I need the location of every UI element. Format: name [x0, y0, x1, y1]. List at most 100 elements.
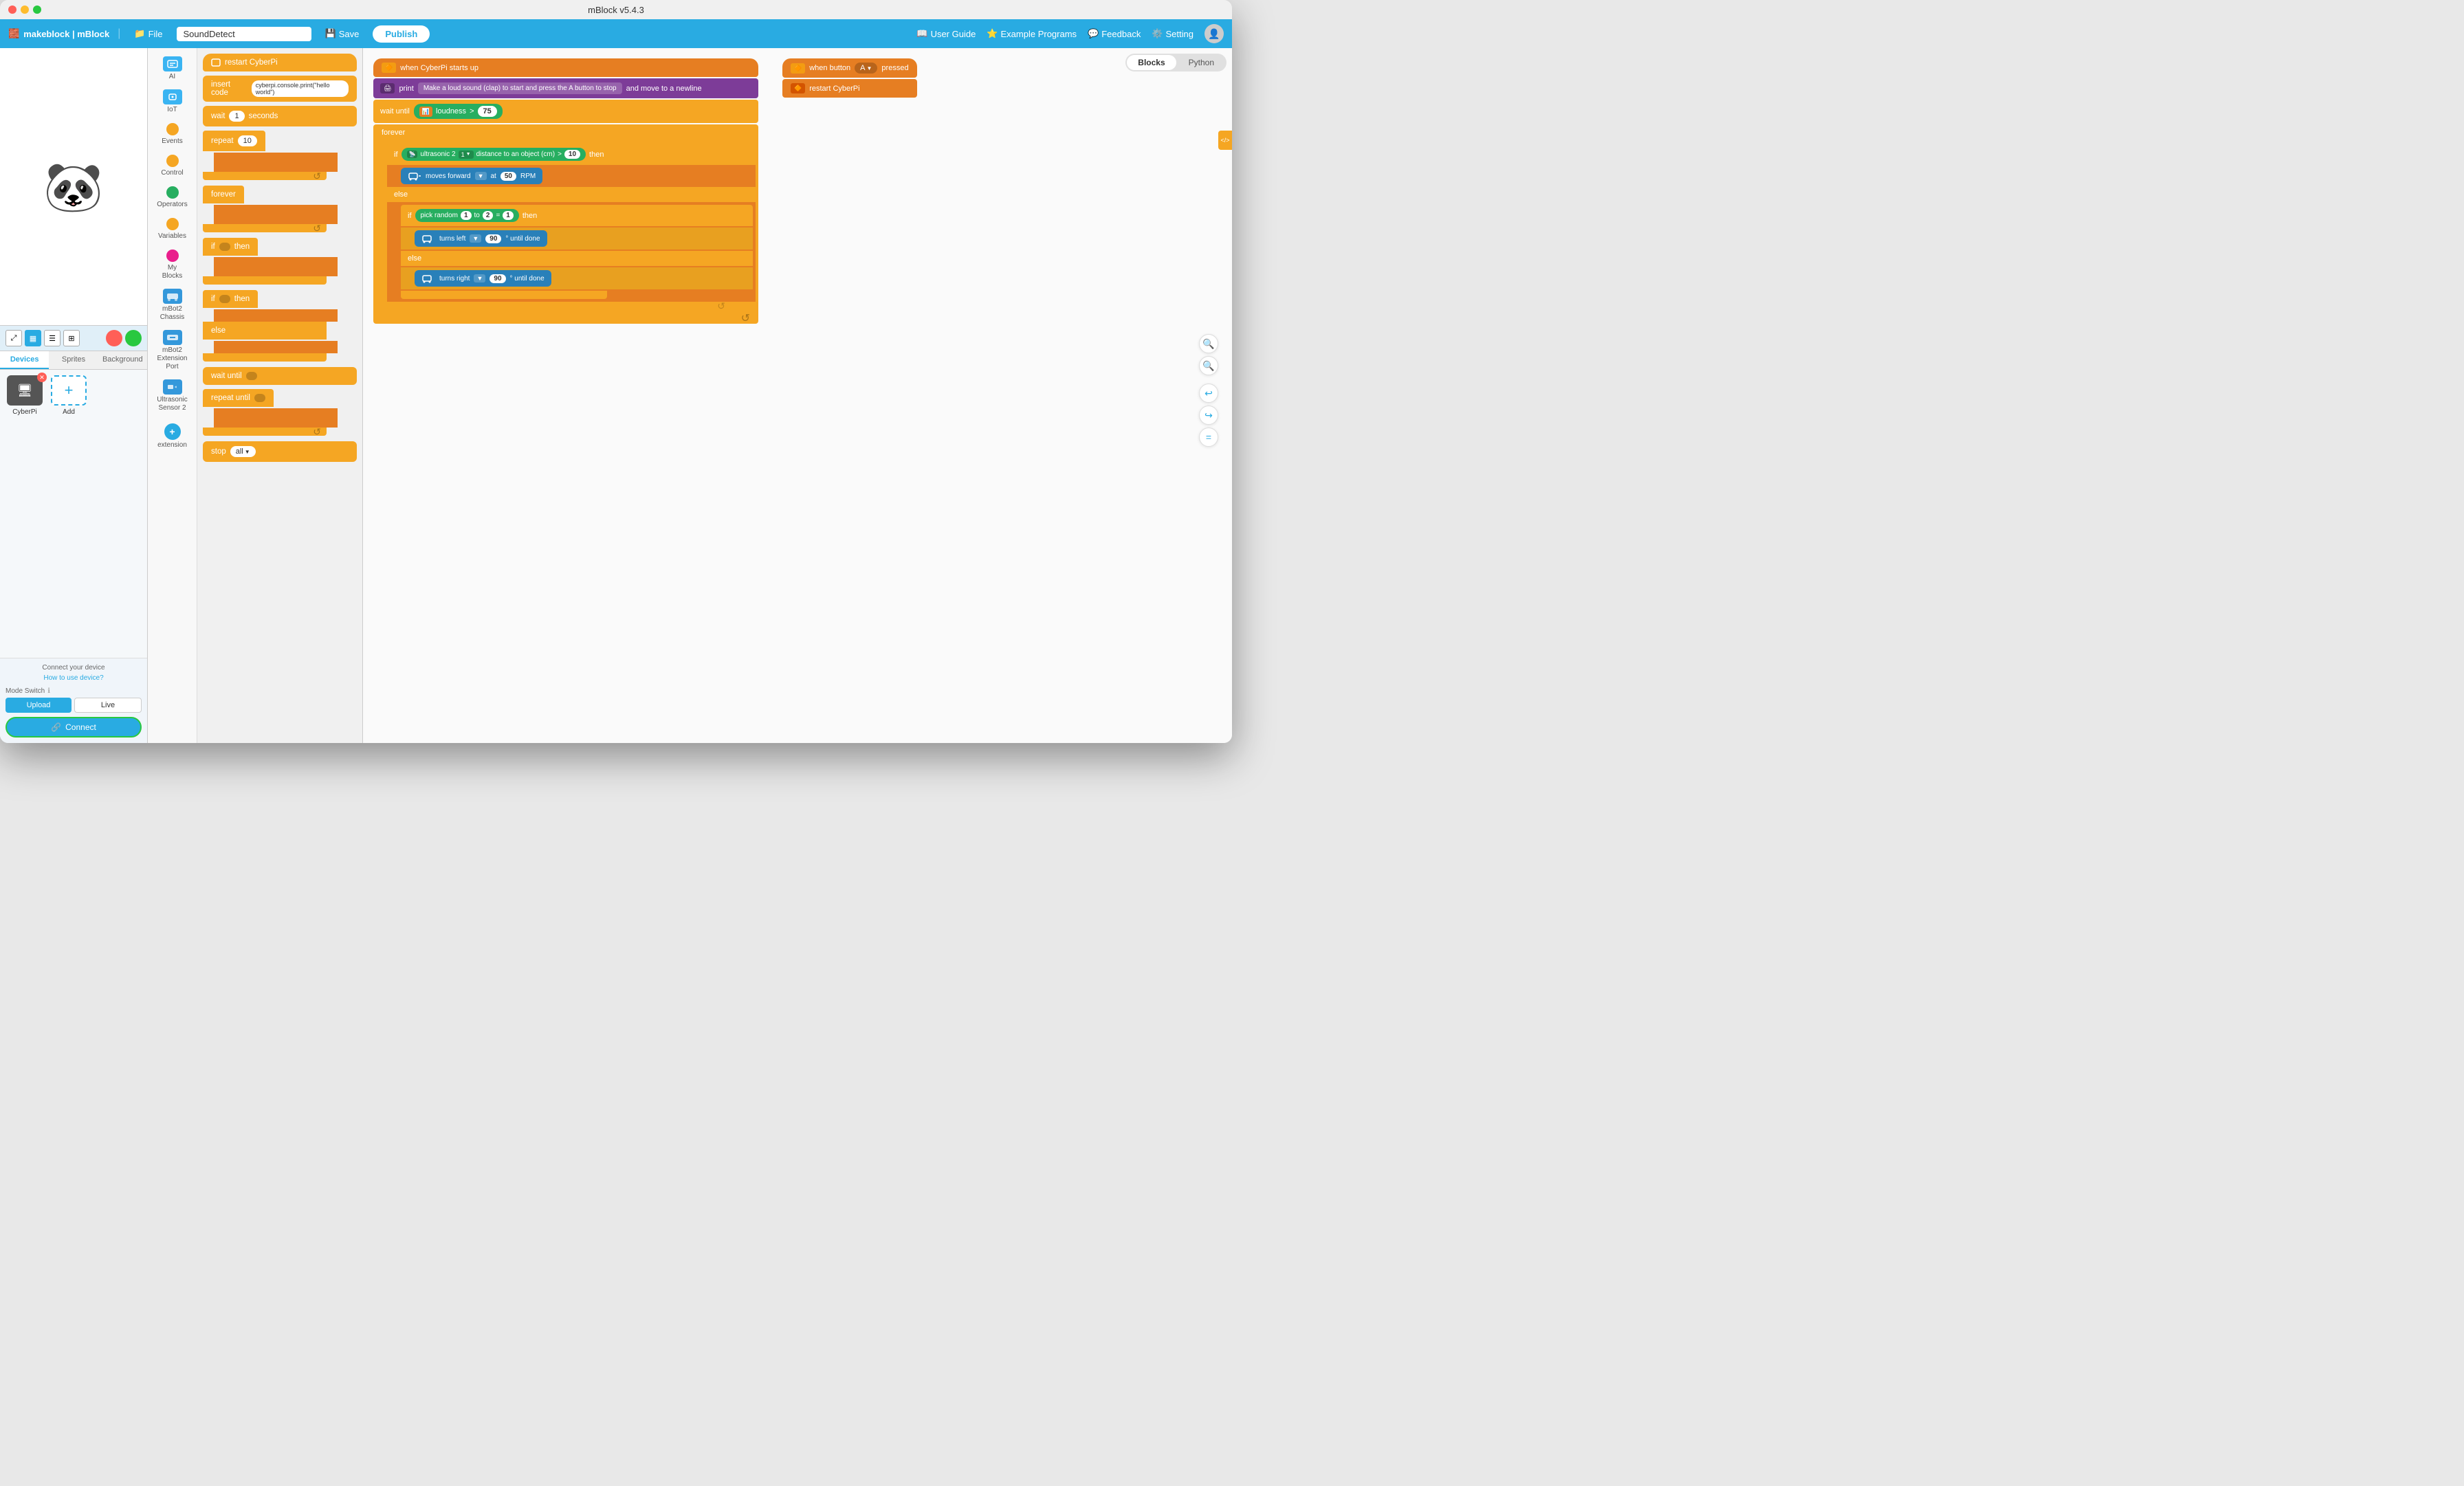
main-content: 🐼 ⤢ ▦ ☰ ⊞ Devices Sprites Background [0, 48, 1232, 743]
palette-ai[interactable]: AI [151, 54, 195, 84]
folder-icon: 📁 [134, 28, 145, 39]
user-guide-link[interactable]: 📖 User Guide [916, 28, 976, 39]
palette-ultrasonic[interactable]: UltrasonicSensor 2 [151, 377, 195, 415]
palette-events[interactable]: Events [151, 120, 195, 148]
ultrasonic-label: UltrasonicSensor 2 [157, 396, 187, 412]
control-dot [166, 154, 179, 168]
block-repeat-until[interactable]: repeat until [203, 389, 274, 407]
iot-icon [163, 89, 182, 104]
print-block[interactable]: 🖨 print Make a loud sound (clap) to star… [373, 78, 758, 98]
tab-blocks[interactable]: Blocks [1127, 55, 1176, 70]
palette-mbot2-ext-port[interactable]: mBot2ExtensionPort [151, 327, 195, 374]
when-cyberpi-starts-group: 🔶 when CyberPi starts up 🖨 print Make a … [373, 58, 758, 324]
if-ultrasonic-top[interactable]: if 📡 ultrasonic 2 1▼ distance to an obje… [387, 144, 756, 165]
tab-background[interactable]: Background [98, 351, 147, 369]
setting-link[interactable]: ⚙️ Setting [1152, 28, 1194, 39]
tab-python[interactable]: Python [1178, 55, 1225, 70]
palette-my-blocks[interactable]: MyBlocks [151, 246, 195, 283]
pick-random-label: pick random [421, 212, 458, 219]
view-list-btn[interactable]: ☰ [44, 330, 60, 346]
turns-right-block[interactable]: turns right ▼ 90 ° until done [415, 270, 551, 287]
left-dropdown[interactable]: ▼ [470, 234, 481, 243]
restart-cyberpi-block[interactable]: 🔶 restart CyberPi [782, 79, 917, 98]
palette-operators[interactable]: Operators [151, 183, 195, 212]
block-stop[interactable]: stop all ▼ [203, 441, 357, 462]
view-fullscreen-btn[interactable]: ⤢ [6, 330, 22, 346]
turns-left-label: turns left [439, 235, 465, 243]
titlebar: mBlock v5.4.3 [0, 0, 1232, 19]
button-value[interactable]: A ▼ [855, 63, 877, 74]
close-button[interactable] [8, 5, 16, 14]
feedback-link[interactable]: 💬 Feedback [1088, 28, 1141, 39]
view-controls: ⤢ ▦ ☰ ⊞ [0, 325, 147, 351]
extension-button[interactable]: + extension [151, 421, 195, 452]
upload-button[interactable]: Upload [6, 698, 72, 713]
block-forever[interactable]: forever [203, 186, 244, 203]
palette-variables[interactable]: Variables [151, 214, 195, 243]
view-large-grid-btn[interactable]: ⊞ [63, 330, 80, 346]
right-until-done: ° until done [510, 275, 544, 282]
code-toggle-btn[interactable]: </> [1218, 131, 1232, 150]
robot-icon [408, 171, 421, 181]
right-dropdown[interactable]: ▼ [474, 274, 485, 282]
panda-sprite: 🐼 [43, 163, 103, 211]
block-insert-code[interactable]: insert code cyberpi.console.print("hello… [203, 76, 357, 102]
mbot2-ext-icon [163, 330, 182, 345]
zoom-in-button[interactable]: 🔍 [1199, 334, 1218, 353]
save-button[interactable]: 💾 Save [320, 25, 365, 42]
forward-arrow-dropdown[interactable]: ▼ [475, 172, 487, 180]
else2-label: else [408, 254, 421, 263]
wait-until-loudness-block[interactable]: wait until 📊 loudness > 75 [373, 100, 758, 123]
moves-forward-block[interactable]: moves forward ▼ at 50 RPM [401, 168, 542, 184]
block-forever-wrapper: forever ↺ [203, 186, 357, 232]
block-if-else[interactable]: if then [203, 290, 258, 308]
block-if-then[interactable]: if then [203, 238, 258, 256]
avatar[interactable]: 👤 [1204, 24, 1224, 43]
logo-text: makeblock | mBlock [23, 29, 109, 39]
redo-button[interactable]: ↪ [1199, 406, 1218, 425]
add-device-button[interactable]: + [51, 375, 87, 406]
when-button-hat[interactable]: 🔶 when button A ▼ pressed [782, 58, 917, 78]
connect-info-text: Connect your device [6, 664, 142, 672]
block-restart-cyberpi[interactable]: restart CyberPi [203, 54, 357, 71]
publish-button[interactable]: Publish [373, 25, 430, 43]
turns-left-block[interactable]: turns left ▼ 90 ° until done [415, 230, 547, 247]
inner-if-wrapper: if pick random 1 to 2 = 1 [401, 205, 753, 299]
block-wait-until[interactable]: wait until [203, 367, 357, 385]
cyberpi-close-btn[interactable]: ✕ [37, 373, 47, 382]
if-random-top[interactable]: if pick random 1 to 2 = 1 [401, 205, 753, 226]
project-name-input[interactable] [177, 27, 311, 41]
tab-devices[interactable]: Devices [0, 351, 49, 369]
fit-button[interactable]: = [1199, 428, 1218, 447]
palette-mbot2-chassis[interactable]: mBot2Chassis [151, 286, 195, 324]
operators-label: Operators [157, 201, 187, 209]
example-programs-link[interactable]: ⭐ Example Programs [987, 28, 1077, 39]
when-cyberpi-starts-hat[interactable]: 🔶 when CyberPi starts up [373, 58, 758, 77]
tab-sprites[interactable]: Sprites [49, 351, 98, 369]
devices-area: 🖥 ✕ CyberPi + Add [0, 370, 147, 658]
if-then-body: moves forward ▼ at 50 RPM [387, 165, 756, 187]
file-menu[interactable]: 📁 File [129, 25, 168, 42]
stop-button[interactable] [106, 330, 122, 346]
outer-if-close: ↺ [387, 302, 731, 310]
left-panel: 🐼 ⤢ ▦ ☰ ⊞ Devices Sprites Background [0, 48, 148, 743]
forever-close: ↺ [373, 313, 758, 324]
live-button[interactable]: Live [74, 698, 142, 713]
link-icon: 🔗 [51, 722, 61, 732]
zoom-out-button[interactable]: 🔍 [1199, 356, 1218, 375]
forever-header[interactable]: forever [373, 124, 758, 141]
minimize-button[interactable] [21, 5, 29, 14]
code-canvas[interactable]: Blocks Python 🔶 when CyberPi starts up [363, 48, 1232, 743]
block-wait-seconds[interactable]: wait 1 seconds [203, 106, 357, 126]
rpm-value: 50 [500, 172, 516, 181]
undo-button[interactable]: ↩ [1199, 384, 1218, 403]
maximize-button[interactable] [33, 5, 41, 14]
view-grid-btn[interactable]: ▦ [25, 330, 41, 346]
palette-iot[interactable]: IoT [151, 87, 195, 117]
run-button[interactable] [125, 330, 142, 346]
if-label: if [394, 151, 398, 159]
how-to-use-link[interactable]: How to use device? [6, 674, 142, 682]
connect-button[interactable]: 🔗 Connect [6, 717, 142, 738]
palette-control[interactable]: Control [151, 151, 195, 180]
block-repeat[interactable]: repeat 10 [203, 131, 265, 151]
